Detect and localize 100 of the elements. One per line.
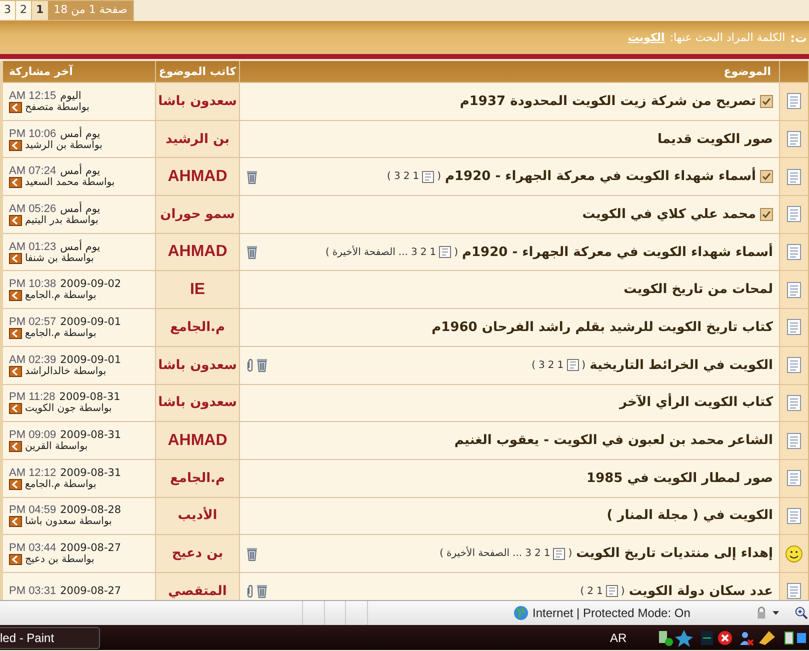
page-link[interactable]: 3 xyxy=(394,171,400,182)
topic-link[interactable]: تصريح من شركة زيت الكويت المحدودة 1937م xyxy=(460,94,756,109)
post-date: 2009-09-01 xyxy=(60,354,122,366)
topic-link[interactable]: أسماء شهداء الكويت في معركة الجهراء - 1920م xyxy=(462,244,773,260)
post-date: يوم أمس xyxy=(60,240,100,253)
page-link[interactable]: 1 xyxy=(544,548,550,560)
topic-link[interactable]: إهداء إلى منتديات تاريخ الكويت xyxy=(576,546,773,562)
ellipsis: ... xyxy=(512,548,522,560)
post-time: 04:59 PM xyxy=(9,504,56,516)
search-prompt: الكلمة المراد البحث عنها: xyxy=(670,31,786,44)
page-link[interactable]: 1 xyxy=(412,171,420,182)
topic-link[interactable]: عدد سكان دولة الكويت xyxy=(628,584,773,599)
last-poster: بواسطة بن الرشيد xyxy=(25,140,102,151)
last-page-link[interactable]: الصفحة الأخيرة xyxy=(332,246,396,258)
topic-link[interactable]: الكويت في ( مجلة المنار ) xyxy=(606,508,773,524)
topic-link[interactable]: الشاعر محمد بن لعبون في الكويت - يعقوب الغنيم xyxy=(454,433,773,448)
topic-link[interactable]: لمحات من تاريخ الكويت xyxy=(624,282,773,298)
page-link[interactable]: 1 xyxy=(557,360,564,371)
last-poster: بواسطة م.الجامع xyxy=(25,328,96,339)
document-icon xyxy=(786,318,802,336)
last-poster: بواسطة محمد السعيد xyxy=(25,177,115,188)
document-icon xyxy=(786,582,802,600)
last-page-link[interactable]: الصفحة الأخيرة xyxy=(446,548,510,560)
post-date: 2009-08-27 xyxy=(60,585,122,598)
document-icon xyxy=(786,356,802,374)
ellipsis: ... xyxy=(398,246,408,258)
topic-link[interactable]: كتاب الكويت الرأي الآخر xyxy=(620,395,773,410)
page-link[interactable]: 2 xyxy=(403,171,410,182)
smiley-icon xyxy=(785,544,803,563)
page-link[interactable]: 2 xyxy=(420,246,427,258)
page-link[interactable]: 3 xyxy=(410,246,418,258)
document-icon xyxy=(786,205,802,224)
parenthesis: ( xyxy=(454,246,458,258)
pages-icon xyxy=(439,246,452,258)
document-icon xyxy=(786,168,802,186)
language-indicator[interactable]: AR xyxy=(610,630,627,644)
pages-icon xyxy=(566,359,579,372)
document-icon xyxy=(786,130,802,148)
post-date: يوم أمس xyxy=(60,202,100,215)
parenthesis: ( xyxy=(620,586,625,597)
topic-link[interactable]: محمد علي كلاي في الكويت xyxy=(582,206,756,222)
security-zone: Internet | Protected Mode: On xyxy=(532,606,690,620)
parenthesis: ) xyxy=(532,360,536,371)
last-poster: بواسطة جون الكويت xyxy=(25,403,112,414)
last-poster: بواسطة القرين xyxy=(25,441,88,452)
post-time: 02:57 PM xyxy=(9,316,56,328)
document-icon xyxy=(786,432,802,450)
page-link[interactable]: 3 xyxy=(525,548,532,560)
page-link[interactable]: 2 xyxy=(534,548,541,560)
pages-icon xyxy=(606,585,618,598)
post-date: 2009-08-31 xyxy=(59,391,120,404)
topic-link[interactable]: أسماء شهداء الكويت في معركة الجهراء - 1920م xyxy=(444,169,756,184)
post-time: 01:23 AM xyxy=(9,240,56,253)
tray-icons[interactable] xyxy=(656,628,807,646)
parenthesis: ) xyxy=(387,171,391,182)
last-poster: بواسطة م.الجامع xyxy=(25,290,96,302)
post-time: 07:24 AM xyxy=(9,165,56,178)
topic-link[interactable]: كتاب تاريخ الكويت للرشيد بقلم راشد الفرحان 1960م xyxy=(432,320,773,335)
document-icon xyxy=(786,469,802,488)
last-poster: بواسطة م.الجامع xyxy=(25,478,96,490)
document-icon xyxy=(786,394,802,412)
page-link[interactable]: 1 xyxy=(31,1,48,20)
post-time: 05:26 AM xyxy=(9,202,56,215)
post-time: 03:44 PM xyxy=(9,542,56,554)
topic-link[interactable]: الكويت في الخرائط التاريخية xyxy=(590,358,773,373)
page-link[interactable]: 1 xyxy=(596,586,603,597)
topic-link[interactable]: صور لمطار الكويت في 1985 xyxy=(586,470,773,486)
document-icon xyxy=(786,280,802,299)
post-date: 2009-08-31 xyxy=(60,466,122,479)
post-time: 12:15 AM xyxy=(9,90,56,102)
document-icon xyxy=(786,243,802,262)
pager-label: صفحة 1 من 18 xyxy=(48,1,134,20)
parenthesis: ( xyxy=(437,171,441,182)
taskbar-button[interactable]: led - Paint xyxy=(0,626,100,648)
page-link[interactable]: 3 xyxy=(538,360,545,371)
post-date: اليوم xyxy=(60,90,82,102)
globe-icon xyxy=(512,605,529,621)
post-time: 11:28 PM xyxy=(9,391,56,404)
page-link[interactable]: 1 xyxy=(430,246,436,258)
last-poster: بواسطة خالدالراشد xyxy=(25,366,106,377)
post-date: 2009-08-28 xyxy=(60,504,122,516)
page-link[interactable]: 2 xyxy=(15,1,31,20)
page-link[interactable]: 2 xyxy=(587,586,594,597)
pages-icon xyxy=(553,548,566,560)
post-date: 2009-08-31 xyxy=(60,429,122,442)
parenthesis: ) xyxy=(580,586,584,597)
post-time: 02:39 AM xyxy=(9,354,56,366)
author-link[interactable]: الأديب xyxy=(178,508,218,524)
page-link[interactable]: 2 xyxy=(548,360,554,371)
parenthesis: ( xyxy=(582,360,586,371)
parenthesis: ) xyxy=(440,548,444,560)
post-date: 2009-08-27 xyxy=(60,542,122,554)
author-link[interactable]: IE xyxy=(190,280,206,299)
zoom-icon[interactable] xyxy=(794,605,809,621)
topic-link[interactable]: صور الكويت قديما xyxy=(658,132,773,147)
last-poster: بواسطة متصفح xyxy=(25,102,90,113)
post-time: 03:31 PM xyxy=(9,585,56,598)
page-link[interactable]: 3 xyxy=(0,1,15,20)
parenthesis: ) xyxy=(326,246,330,258)
post-date: 2009-09-01 xyxy=(60,316,122,328)
